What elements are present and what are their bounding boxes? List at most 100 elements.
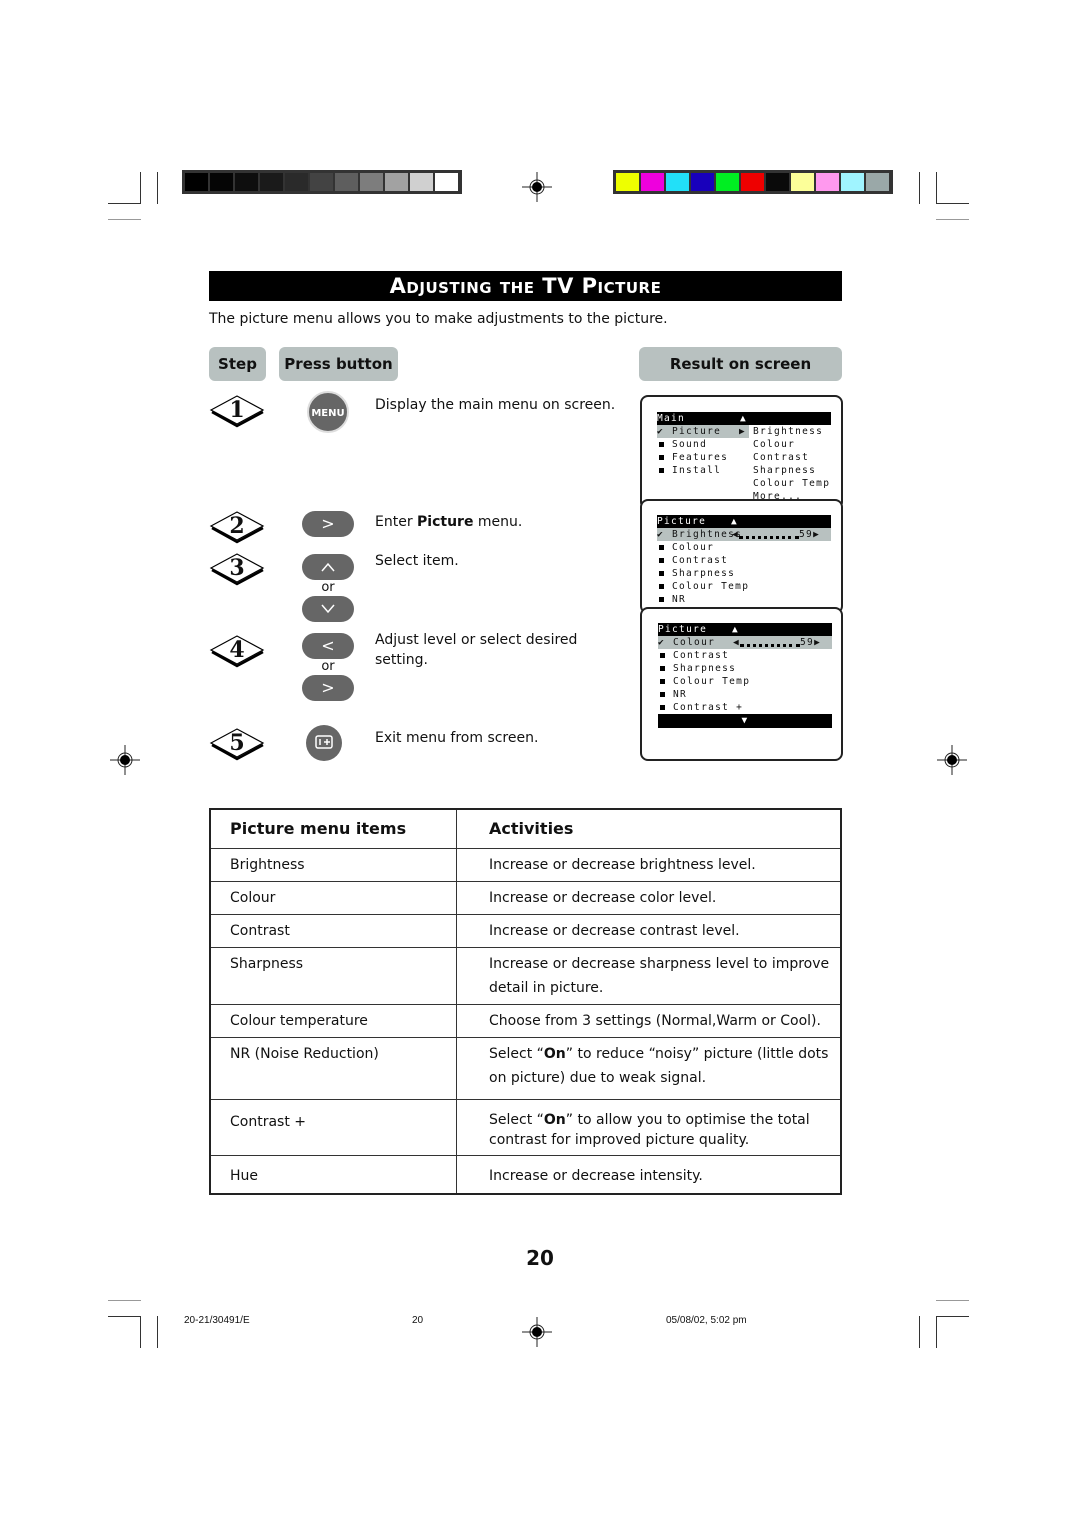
- step-number: 1: [229, 397, 245, 423]
- right-arrow-button: >: [302, 511, 354, 537]
- left-triangle-icon: ◀: [732, 529, 740, 540]
- bullet-icon: [659, 441, 664, 447]
- crop-mark: [108, 1316, 141, 1317]
- slider-value: 59: [799, 529, 814, 540]
- level-slider: ◀ 59▶: [732, 528, 820, 541]
- color-swatch: [210, 173, 233, 191]
- right-arrow-button: >: [302, 675, 354, 701]
- emphasis: On: [543, 1112, 566, 1128]
- step-description: Exit menu from screen.: [375, 730, 539, 746]
- osd-item-label: Sharpness: [673, 663, 737, 674]
- menu-item-cell: Sharpness: [209, 947, 457, 1005]
- color-swatch: [385, 173, 408, 191]
- menu-item-cell: Colour: [209, 881, 457, 915]
- color-swatch: [716, 173, 739, 191]
- footer-date: 05/08/02, 5:02 pm: [666, 1315, 747, 1326]
- osd-info-icon: [315, 735, 333, 749]
- emphasis: On: [543, 1046, 566, 1062]
- right-triangle-icon: ▶: [813, 529, 821, 540]
- text: Enter: [375, 514, 418, 530]
- text: menu.: [473, 514, 523, 530]
- osd-item-label: Colour Temp: [673, 676, 751, 687]
- color-calibration-bar: [613, 170, 893, 194]
- exit-osd-button: [306, 725, 342, 761]
- osd-header: Main ▲: [657, 412, 831, 425]
- activity-cell: Choose from 3 settings (Normal,Warm or C…: [456, 1004, 842, 1038]
- osd-sub-item: Colour Temp: [753, 478, 831, 489]
- osd-main-menu: Main ▲ ✔ Picture ▶ Brightness Sound Colour Fe…: [657, 412, 831, 503]
- menu-item-cell: Hue: [209, 1155, 457, 1194]
- activity-cell: Increase or decrease sharpness level to …: [456, 947, 842, 1005]
- registration-mark-icon: [937, 745, 967, 775]
- picture-menu-items-table: Picture menu items Activities Brightness…: [209, 808, 842, 1195]
- table-row: Colour temperature Choose from 3 settings…: [209, 1004, 842, 1038]
- osd-item-label: NR: [672, 594, 687, 605]
- osd-header-label: Main: [657, 413, 686, 424]
- osd-item-label: Contrast +: [673, 702, 744, 713]
- color-swatch: [741, 173, 764, 191]
- registration-mark-icon: [110, 745, 140, 775]
- or-label: or: [321, 659, 335, 674]
- bullet-icon: [659, 583, 664, 589]
- crop-mark: [140, 1316, 141, 1348]
- activity-cell: Select “On” to reduce “noisy” picture (l…: [456, 1037, 842, 1100]
- activity-cell: Increase or decrease intensity.: [456, 1155, 842, 1194]
- color-swatch: [816, 173, 839, 191]
- bullet-icon: [660, 704, 665, 710]
- step-description: Enter Picture menu.: [375, 512, 522, 532]
- page-title: Adjusting the TV Picture: [209, 271, 842, 301]
- activity-cell: Increase or decrease contrast level.: [456, 914, 842, 948]
- osd-item-label: Sharpness: [672, 568, 736, 579]
- crop-mark: [936, 203, 969, 204]
- crop-mark: [157, 1316, 158, 1348]
- step-number: 5: [229, 730, 245, 756]
- color-swatch: [410, 173, 433, 191]
- crop-mark: [936, 172, 937, 204]
- text: Select “: [489, 1046, 544, 1062]
- activity-cell: Increase or decrease brightness level.: [456, 848, 842, 882]
- column-header-result: Result on screen: [639, 347, 842, 381]
- registration-mark-icon: [522, 1317, 552, 1347]
- check-icon: ✔: [657, 529, 665, 540]
- bullet-icon: [659, 454, 664, 460]
- right-triangle-icon: ▶: [739, 426, 747, 437]
- down-arrow-button: [302, 596, 354, 622]
- table-row: NR (Noise Reduction) Select “On” to reduc…: [209, 1037, 842, 1100]
- tv-screen-picture-brightness: Picture ▲ ✔ Brightness ◀ 59▶ Colour Contrast…: [640, 499, 843, 614]
- color-swatch: [841, 173, 864, 191]
- color-swatch: [360, 173, 383, 191]
- bullet-icon: [659, 557, 664, 563]
- osd-item-label: NR: [673, 689, 688, 700]
- menu-item-cell: Contrast: [209, 914, 457, 948]
- osd-item-selected: ✔ Picture ▶ Brightness: [657, 425, 831, 438]
- up-arrow-icon: ▲: [740, 413, 748, 424]
- color-swatch: [335, 173, 358, 191]
- menu-item-cell: Contrast +: [209, 1099, 457, 1156]
- table-header: Picture menu items: [209, 808, 457, 849]
- registration-mark-icon: [522, 172, 552, 202]
- step-number: 2: [229, 513, 245, 539]
- color-swatch: [666, 173, 689, 191]
- osd-sub-item: Contrast: [753, 452, 810, 463]
- tv-screen-picture-colour: Picture ▲ ✔ Colour ◀ 59▶ Contrast Sharpness …: [640, 607, 843, 761]
- crop-mark: [936, 219, 969, 220]
- color-swatch: [616, 173, 639, 191]
- check-icon: ✔: [658, 637, 666, 648]
- bullet-icon: [659, 570, 664, 576]
- bullet-icon: [660, 691, 665, 697]
- osd-item-label: Features: [672, 452, 729, 463]
- osd-item-label: Install: [672, 465, 722, 476]
- table-row: Sharpness Increase or decrease sharpness …: [209, 947, 842, 1005]
- osd-item-label: Picture: [672, 426, 722, 437]
- step-description: Adjust level or select desired setting.: [375, 632, 578, 668]
- or-label: or: [321, 580, 335, 595]
- menu-button: MENU: [307, 391, 349, 433]
- table-row: Colour Increase or decrease color level.: [209, 881, 842, 915]
- crop-mark: [919, 172, 920, 204]
- osd-sub-item: Brightness: [753, 426, 824, 437]
- color-swatch: [285, 173, 308, 191]
- step-number: 3: [229, 555, 245, 581]
- bullet-icon: [659, 544, 664, 550]
- crop-mark: [108, 203, 141, 204]
- osd-picture-menu: Picture ▲ ✔ Brightness ◀ 59▶ Colour Contrast…: [657, 515, 831, 606]
